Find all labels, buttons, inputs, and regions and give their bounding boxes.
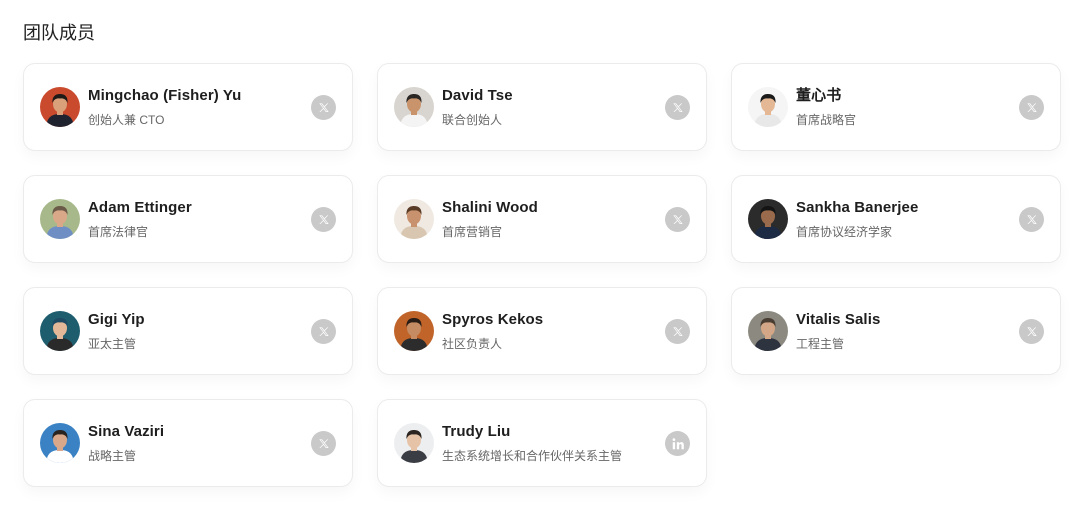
x-link-button[interactable] xyxy=(1019,319,1044,344)
member-card: Sina Vaziri 战略主管 xyxy=(23,399,353,487)
x-icon xyxy=(670,324,686,340)
member-role: 首席战略官 xyxy=(796,113,857,127)
x-icon xyxy=(1024,100,1040,116)
linkedin-icon xyxy=(671,437,685,451)
member-role: 首席营销官 xyxy=(442,225,503,239)
member-info: Vitalis Salis 工程主管 xyxy=(796,310,880,352)
member-info: Gigi Yip 亚太主管 xyxy=(88,310,145,352)
x-link-button[interactable] xyxy=(665,319,690,344)
member-card: Mingchao (Fisher) Yu 创始人兼 CTO xyxy=(23,63,353,151)
x-link-button[interactable] xyxy=(311,207,336,232)
member-card: Trudy Liu 生态系统增长和合作伙伴关系主管 xyxy=(377,399,707,487)
avatar xyxy=(748,311,788,351)
member-name: Trudy Liu xyxy=(442,423,511,440)
member-role: 首席协议经济学家 xyxy=(796,225,893,239)
member-name: Mingchao (Fisher) Yu xyxy=(88,87,242,104)
member-name: 董心书 xyxy=(796,87,842,104)
avatar xyxy=(748,199,788,239)
member-role: 联合创始人 xyxy=(442,113,503,127)
member-card: Sankha Banerjee 首席协议经济学家 xyxy=(731,175,1061,263)
member-info: Shalini Wood 首席营销官 xyxy=(442,198,538,240)
member-role: 工程主管 xyxy=(796,337,845,351)
member-role: 战略主管 xyxy=(88,449,137,463)
member-role: 生态系统增长和合作伙伴关系主管 xyxy=(442,449,623,463)
member-name: Adam Ettinger xyxy=(88,199,192,216)
avatar xyxy=(40,199,80,239)
member-info: Sankha Banerjee 首席协议经济学家 xyxy=(796,198,918,240)
member-name: Sankha Banerjee xyxy=(796,199,919,216)
x-icon xyxy=(670,212,686,228)
avatar xyxy=(394,423,434,463)
member-info: Trudy Liu 生态系统增长和合作伙伴关系主管 xyxy=(442,422,622,464)
avatar xyxy=(394,87,434,127)
section-title: 团队成员 xyxy=(23,23,95,43)
x-link-button[interactable] xyxy=(665,95,690,120)
x-link-button[interactable] xyxy=(311,431,336,456)
member-card: Adam Ettinger 首席法律官 xyxy=(23,175,353,263)
x-link-button[interactable] xyxy=(311,95,336,120)
avatar xyxy=(40,311,80,351)
member-name: Spyros Kekos xyxy=(442,311,544,328)
member-card: Shalini Wood 首席营销官 xyxy=(377,175,707,263)
member-role: 亚太主管 xyxy=(88,337,137,351)
team-grid: Mingchao (Fisher) Yu 创始人兼 CTO David Tse 联合创… xyxy=(23,63,1061,487)
member-info: Mingchao (Fisher) Yu 创始人兼 CTO xyxy=(88,86,241,128)
member-name: Vitalis Salis xyxy=(796,311,881,328)
x-icon xyxy=(316,324,332,340)
linkedin-link-button[interactable] xyxy=(665,431,690,456)
member-card: Vitalis Salis 工程主管 xyxy=(731,287,1061,375)
member-info: 董心书 首席战略官 xyxy=(796,86,856,128)
x-icon xyxy=(316,100,332,116)
member-card: 董心书 首席战略官 xyxy=(731,63,1061,151)
member-role: 社区负责人 xyxy=(442,337,503,351)
x-link-button[interactable] xyxy=(311,319,336,344)
x-icon xyxy=(1024,212,1040,228)
avatar xyxy=(748,87,788,127)
x-link-button[interactable] xyxy=(1019,95,1044,120)
member-name: David Tse xyxy=(442,87,513,104)
member-name: Gigi Yip xyxy=(88,311,145,328)
member-card: David Tse 联合创始人 xyxy=(377,63,707,151)
member-card: Spyros Kekos 社区负责人 xyxy=(377,287,707,375)
avatar xyxy=(40,423,80,463)
x-icon xyxy=(670,100,686,116)
x-link-button[interactable] xyxy=(1019,207,1044,232)
x-icon xyxy=(1024,324,1040,340)
member-info: Spyros Kekos 社区负责人 xyxy=(442,310,543,352)
member-info: Sina Vaziri 战略主管 xyxy=(88,422,164,464)
avatar xyxy=(394,311,434,351)
member-name: Sina Vaziri xyxy=(88,423,165,440)
avatar xyxy=(394,199,434,239)
member-info: David Tse 联合创始人 xyxy=(442,86,513,128)
member-role: 创始人兼 CTO xyxy=(88,113,165,127)
x-icon xyxy=(316,212,332,228)
avatar xyxy=(40,87,80,127)
x-link-button[interactable] xyxy=(665,207,690,232)
member-role: 首席法律官 xyxy=(88,225,149,239)
member-info: Adam Ettinger 首席法律官 xyxy=(88,198,192,240)
member-name: Shalini Wood xyxy=(442,199,538,216)
x-icon xyxy=(316,436,332,452)
member-card: Gigi Yip 亚太主管 xyxy=(23,287,353,375)
